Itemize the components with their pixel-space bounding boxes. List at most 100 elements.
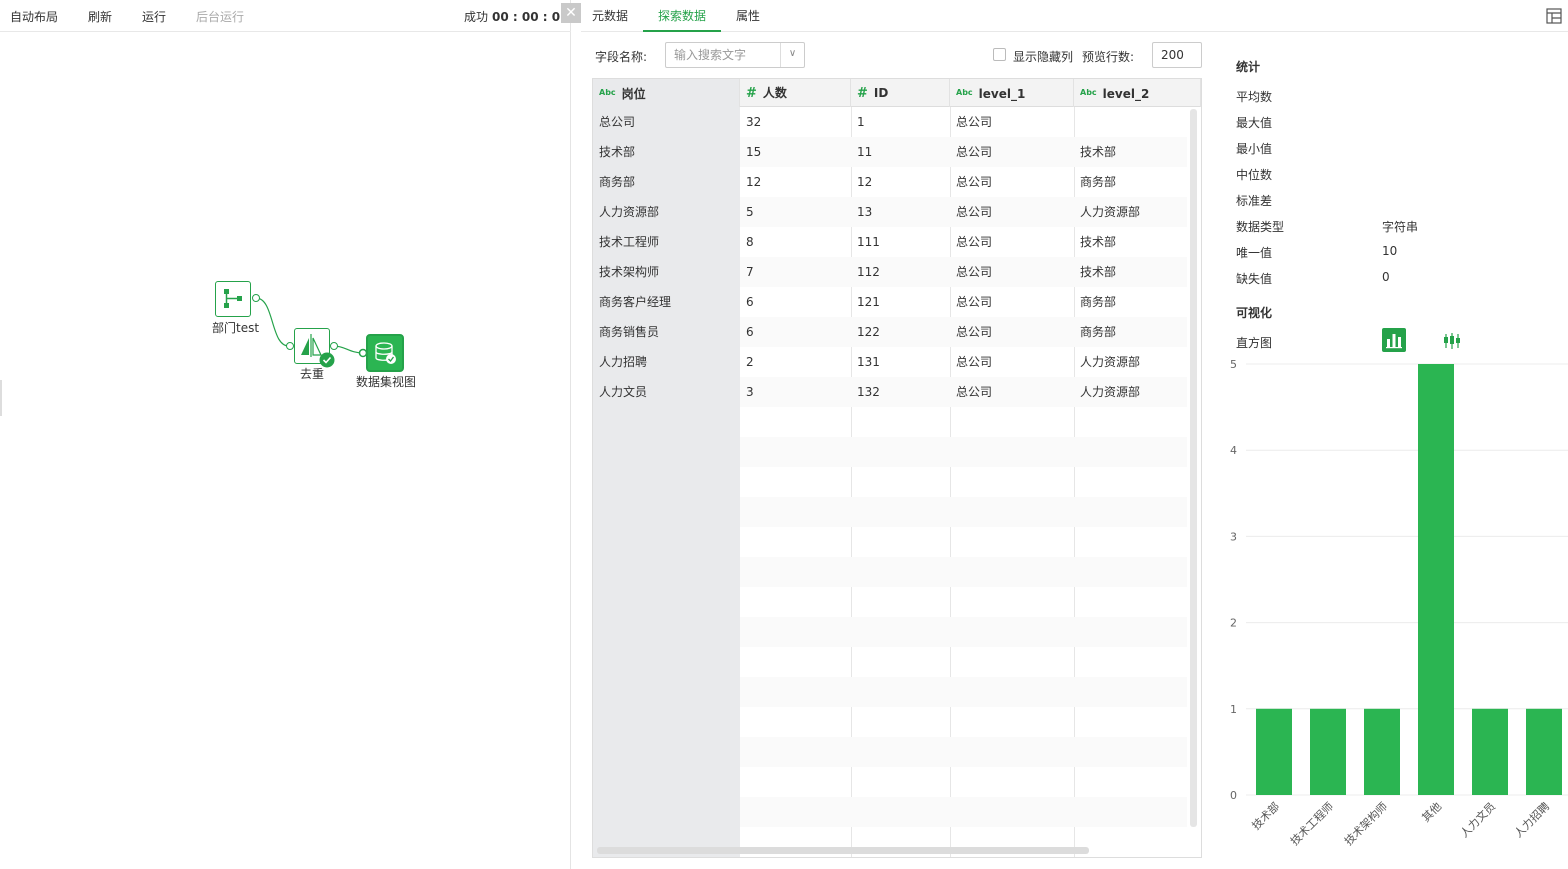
flow-canvas[interactable]: 部门test 去重 数据集视图 (0, 33, 571, 869)
table-cell: 商务部 (1080, 295, 1117, 309)
histogram-bar[interactable] (1472, 708, 1508, 795)
number-type-icon: # (746, 86, 757, 101)
table-cell: 人力资源部 (599, 205, 660, 219)
table-row[interactable]: 商务部 12 12 总公司 商务部 (593, 167, 1187, 197)
column-header[interactable]: Abc level_2 (1074, 79, 1201, 107)
preview-rows-input[interactable] (1152, 42, 1202, 68)
run-status: 成功 00 : 00 : 01 (464, 8, 568, 25)
table-row[interactable] (740, 797, 1187, 827)
table-row[interactable] (740, 677, 1187, 707)
table-cell: 总公司 (956, 145, 993, 159)
auto-layout-button[interactable]: 自动布局 (10, 8, 58, 25)
stats-title: 统计 (1236, 60, 1261, 74)
table-cell: 112 (857, 265, 880, 279)
x-tick-label: 技术部 (1249, 799, 1282, 832)
column-header[interactable]: # ID (851, 79, 950, 107)
table-row[interactable] (593, 467, 1187, 497)
stat-label: 缺失值 (1236, 272, 1273, 286)
field-name-label: 字段名称: (595, 50, 648, 64)
column-name: ID (873, 86, 889, 100)
column-header[interactable]: # 人数 (740, 79, 851, 107)
stat-label: 标准差 (1236, 194, 1273, 208)
table-row[interactable] (740, 737, 1187, 767)
flow-split-icon (224, 289, 242, 308)
table-row[interactable] (740, 557, 1187, 587)
table-cell: 总公司 (956, 175, 993, 189)
table-row[interactable]: 商务客户经理 6 121 总公司 商务部 (593, 287, 1187, 317)
table-cell: 技术工程师 (599, 235, 660, 249)
flow-pane: 自动布局 刷新 运行 后台运行 成功 00 : 00 : 01 ✕ 部门test… (0, 0, 581, 869)
table-cell (1074, 107, 1187, 137)
table-cell: 总公司 (956, 115, 993, 129)
node-label-dedupe: 去重 (300, 367, 325, 381)
table-cell: 技术部 (1080, 235, 1117, 249)
column-header[interactable]: Abc 岗位 (593, 79, 740, 107)
layout-toggle-icon[interactable] (1546, 8, 1562, 24)
table-row[interactable] (593, 767, 1187, 797)
histogram-label: 直方图 (1236, 336, 1273, 350)
stat-label: 最大值 (1236, 116, 1273, 130)
port-out-2[interactable] (330, 342, 338, 350)
node-label-dataset-view: 数据集视图 (356, 375, 417, 389)
table-row[interactable] (593, 707, 1187, 737)
column-header[interactable]: Abc level_1 (950, 79, 1074, 107)
field-search-input[interactable] (666, 43, 781, 67)
table-row[interactable] (740, 437, 1187, 467)
chevron-down-icon[interactable]: ∨ (780, 43, 804, 67)
text-type-icon: Abc (1080, 88, 1097, 97)
histogram-bar[interactable] (1364, 708, 1400, 795)
tab-explore-data[interactable]: 探索数据 (643, 0, 721, 32)
y-tick-label: 2 (1230, 617, 1237, 630)
histogram-bar[interactable] (1418, 364, 1454, 795)
port-in-2[interactable] (286, 342, 294, 350)
y-tick-label: 3 (1230, 530, 1237, 543)
table-cell: 6 (746, 325, 754, 339)
histogram-bar[interactable] (1526, 708, 1562, 795)
tab-metadata[interactable]: 元数据 (585, 0, 635, 32)
show-hidden-checkbox[interactable] (993, 48, 1006, 61)
table-cell: 技术部 (1080, 265, 1117, 279)
table-row[interactable]: 人力招聘 2 131 总公司 人力资源部 (593, 347, 1187, 377)
table-cell: 商务部 (1080, 175, 1117, 189)
boxplot-button[interactable] (1440, 330, 1464, 352)
table-row[interactable] (740, 497, 1187, 527)
number-type-icon: # (857, 86, 868, 101)
node-dept-test[interactable] (215, 281, 251, 317)
port-out-1[interactable] (252, 294, 260, 302)
histogram-bar[interactable] (1256, 708, 1292, 795)
table-row[interactable] (593, 407, 1187, 437)
collapse-handle[interactable] (0, 380, 2, 416)
background-run-button[interactable]: 后台运行 (196, 8, 244, 25)
table-row[interactable] (593, 647, 1187, 677)
table-cell: 总公司 (956, 355, 993, 369)
horizontal-scrollbar[interactable] (597, 847, 1089, 854)
table-row[interactable] (593, 527, 1187, 557)
run-button[interactable]: 运行 (142, 8, 166, 25)
table-row[interactable] (740, 617, 1187, 647)
table-row[interactable] (593, 587, 1187, 617)
table-cell: 122 (857, 325, 880, 339)
table-cell: 15 (746, 145, 762, 159)
table-row[interactable]: 人力文员 3 132 总公司 人力资源部 (599, 377, 1187, 407)
status-time: 00 : 00 : 01 (492, 10, 569, 24)
histogram-bar[interactable] (1310, 708, 1346, 795)
table-row[interactable]: 总公司 32 1 总公司 (593, 107, 1187, 137)
tab-properties[interactable]: 属性 (729, 0, 767, 32)
table-row[interactable]: 技术工程师 8 111 总公司 技术部 (593, 227, 1187, 257)
app-root: 自动布局 刷新 运行 后台运行 成功 00 : 00 : 01 ✕ 部门test… (0, 0, 1568, 869)
table-row[interactable]: 人力资源部 5 13 总公司 人力资源部 (599, 197, 1187, 227)
histogram-button[interactable] (1382, 328, 1406, 352)
table-row[interactable]: 技术架构师 7 112 总公司 技术部 (599, 257, 1187, 287)
x-tick-label: 人力招聘 (1511, 799, 1552, 840)
node-dataset-view[interactable] (366, 334, 404, 372)
table-row[interactable]: 技术部 15 11 总公司 技术部 (599, 137, 1187, 167)
close-icon[interactable]: ✕ (561, 3, 581, 23)
table-row[interactable]: 商务销售员 6 122 总公司 商务部 (599, 317, 1187, 347)
table-cell: 8 (746, 235, 754, 249)
table-cell: 总公司 (956, 235, 993, 249)
vertical-scrollbar[interactable] (1190, 109, 1197, 827)
refresh-button[interactable]: 刷新 (88, 8, 112, 25)
table-cell: 技术部 (599, 145, 636, 159)
x-tick-label: 技术架构师 (1341, 799, 1390, 848)
text-type-icon: Abc (599, 88, 616, 97)
